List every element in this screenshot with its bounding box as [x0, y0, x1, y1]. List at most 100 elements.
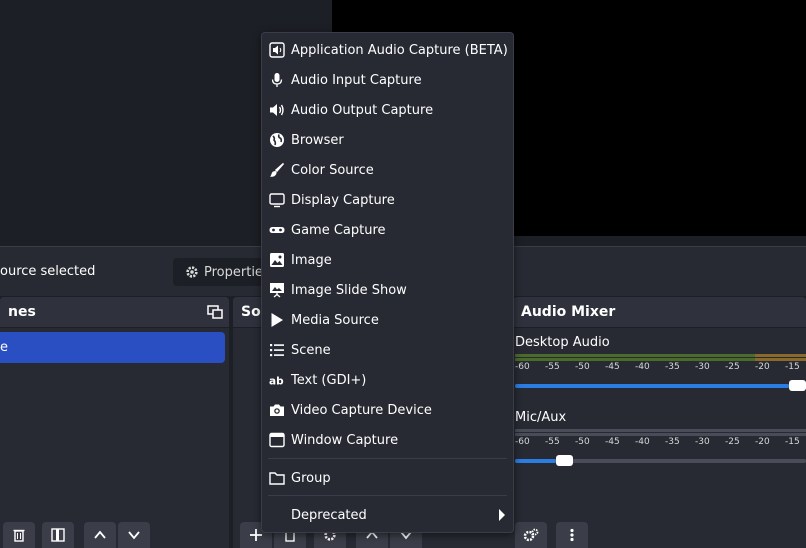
image-icon	[269, 252, 285, 268]
menu-item-label: Image Slide Show	[291, 282, 407, 298]
menu-item-label: Browser	[291, 132, 344, 148]
menu-item-label: Application Audio Capture (BETA)	[291, 42, 508, 58]
scene-list-item[interactable]: e	[0, 332, 225, 363]
menu-item-label: Scene	[291, 342, 331, 358]
menu-item-deprecated[interactable]: Deprecated	[262, 501, 513, 529]
channel-name: Mic/Aux	[515, 410, 567, 425]
menu-item-text-gdi[interactable]: ab Text (GDI+)	[262, 366, 513, 394]
scene-filters-button[interactable]	[42, 522, 74, 548]
menu-item-label: Game Capture	[291, 222, 386, 238]
add-source-menu: Application Audio Capture (BETA) Audio In…	[261, 32, 514, 533]
channel-name: Desktop Audio	[515, 335, 610, 350]
menu-item-label: Display Capture	[291, 192, 395, 208]
slideshow-icon	[269, 282, 285, 298]
remove-scene-button[interactable]	[3, 522, 35, 548]
meter-tick-label: -60	[515, 362, 530, 372]
meter-tick-label: -25	[725, 362, 740, 372]
volume-slider[interactable]	[515, 455, 806, 466]
globe-icon	[269, 132, 285, 148]
meter-tick-label: -15	[785, 437, 800, 447]
mixer-channel-desktop: Desktop Audio -60 -55 -50 -45 -40 -35 -30 -25 -2…	[515, 335, 806, 391]
meter-tick-label: -50	[575, 362, 590, 372]
menu-item-application-audio-capture-beta[interactable]: Application Audio Capture (BETA)	[262, 36, 513, 64]
volume-slider[interactable]	[515, 380, 806, 391]
menu-item-label: Color Source	[291, 162, 374, 178]
menu-separator	[268, 458, 507, 459]
meter-tick-label: -40	[635, 437, 650, 447]
folder-icon	[269, 470, 285, 486]
meter-tick-label: -45	[605, 362, 620, 372]
chevron-up-icon	[94, 530, 106, 539]
menu-item-label: Group	[291, 470, 331, 486]
meter-tick-label: -40	[635, 362, 650, 372]
gear-icon	[186, 266, 198, 278]
mixer-settings-button[interactable]	[515, 522, 547, 548]
menu-item-label: Video Capture Device	[291, 402, 432, 418]
undock-icon[interactable]	[207, 305, 223, 319]
menu-item-label: Media Source	[291, 312, 379, 328]
menu-item-video-capture-device[interactable]: Video Capture Device	[262, 396, 513, 424]
submenu-arrow-icon	[499, 509, 505, 521]
menu-item-label: Image	[291, 252, 332, 268]
menu-item-group[interactable]: Group	[262, 464, 513, 492]
selection-status: ource selected	[0, 264, 96, 279]
mixer-channel-mic: Mic/Aux -60 -55 -50 -45 -40 -35 -30 -25 -20 -15	[515, 410, 806, 466]
mixer-dock-title: Audio Mixer	[513, 297, 806, 328]
menu-item-label: Text (GDI+)	[291, 372, 367, 388]
more-vertical-icon	[570, 528, 574, 542]
menu-item-media-source[interactable]: Media Source	[262, 306, 513, 334]
menu-separator	[268, 495, 507, 496]
meter-ticks: -60 -55 -50 -45 -40 -35 -30 -25 -20 -15	[515, 358, 806, 374]
menu-item-label: Window Capture	[291, 432, 399, 448]
meter-tick-label: -55	[545, 437, 560, 447]
menu-item-audio-output-capture[interactable]: Audio Output Capture	[262, 96, 513, 124]
sources-title: So	[241, 304, 261, 320]
meter-tick-label: -30	[695, 362, 710, 372]
menu-item-image-slide-show[interactable]: Image Slide Show	[262, 276, 513, 304]
monitor-icon	[269, 192, 285, 208]
meter-tick-label: -20	[755, 362, 770, 372]
list-icon	[269, 342, 285, 358]
meter-tick-label: -20	[755, 437, 770, 447]
menu-item-image[interactable]: Image	[262, 246, 513, 274]
menu-item-color-source[interactable]: Color Source	[262, 156, 513, 184]
meter-tick-label: -55	[545, 362, 560, 372]
gamepad-icon	[269, 222, 285, 238]
scenes-dock: nes e	[0, 297, 229, 548]
play-icon	[269, 312, 285, 328]
meter-tick-label: -60	[515, 437, 530, 447]
properties-button[interactable]: Properties	[173, 258, 273, 286]
menu-item-label: Audio Input Capture	[291, 72, 422, 88]
menu-item-display-capture[interactable]: Display Capture	[262, 186, 513, 214]
menu-item-game-capture[interactable]: Game Capture	[262, 216, 513, 244]
volume-fill	[515, 459, 556, 463]
meter-tick-label: -35	[665, 437, 680, 447]
meter-tick-label: -45	[605, 437, 620, 447]
menu-item-browser[interactable]: Browser	[262, 126, 513, 154]
svg-text:ab: ab	[269, 376, 284, 388]
speaker-icon	[269, 102, 285, 118]
meter-ticks: -60 -55 -50 -45 -40 -35 -30 -25 -20 -15	[515, 433, 806, 449]
mixer-menu-button[interactable]	[556, 522, 588, 548]
volume-thumb[interactable]	[555, 455, 573, 466]
mixer-title: Audio Mixer	[521, 304, 616, 320]
menu-item-audio-input-capture[interactable]: Audio Input Capture	[262, 66, 513, 94]
text-icon: ab	[269, 372, 285, 388]
properties-label: Properties	[204, 264, 270, 280]
app-audio-icon	[269, 42, 285, 58]
chevron-down-icon	[128, 531, 140, 540]
menu-item-scene[interactable]: Scene	[262, 336, 513, 364]
scene-move-up-button[interactable]	[84, 522, 116, 548]
gears-icon	[523, 528, 539, 542]
scenes-title: nes	[8, 304, 36, 320]
paint-brush-icon	[269, 162, 285, 178]
meter-tick-label: -15	[785, 362, 800, 372]
volume-thumb[interactable]	[789, 380, 806, 391]
scene-move-down-button[interactable]	[118, 522, 150, 548]
menu-item-label: Audio Output Capture	[291, 102, 434, 118]
scenes-dock-title: nes	[0, 297, 229, 328]
volume-fill	[515, 384, 789, 388]
menu-item-window-capture[interactable]: Window Capture	[262, 426, 513, 454]
menu-item-label: Deprecated	[291, 507, 367, 523]
filter-icon	[51, 528, 65, 542]
